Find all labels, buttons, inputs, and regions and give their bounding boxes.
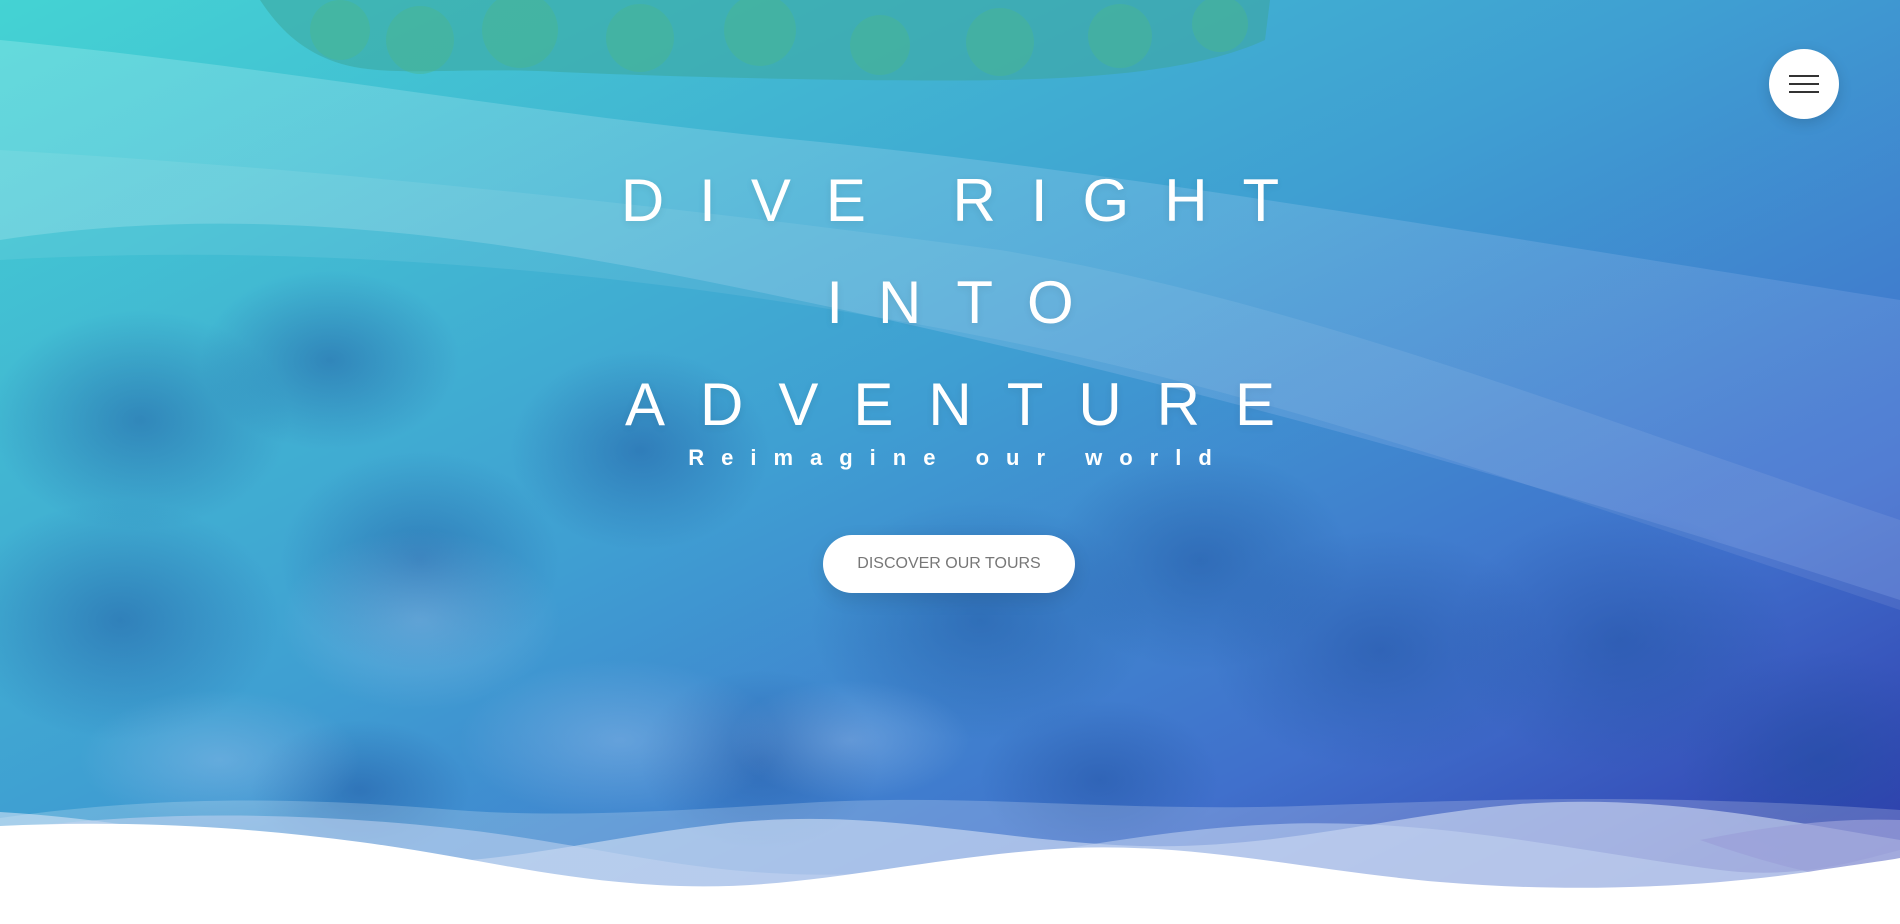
hero-heading-line-3: ADVENTURE	[624, 371, 1311, 438]
wave-divider	[0, 798, 1900, 924]
hero-heading: DIVE RIGHT INTO ADVENTURE	[0, 150, 1900, 456]
hero-heading-line-2: INTO	[826, 269, 1109, 336]
hamburger-menu-icon	[1789, 73, 1819, 95]
hero-section: DIVE RIGHT INTO ADVENTURE Reimagine our …	[0, 0, 1900, 924]
discover-tours-button[interactable]: DISCOVER OUR TOURS	[823, 535, 1075, 593]
menu-button[interactable]	[1769, 49, 1839, 119]
hero-subheading: Reimagine our world	[688, 445, 1229, 470]
hero-heading-line-1: DIVE RIGHT	[620, 167, 1315, 234]
